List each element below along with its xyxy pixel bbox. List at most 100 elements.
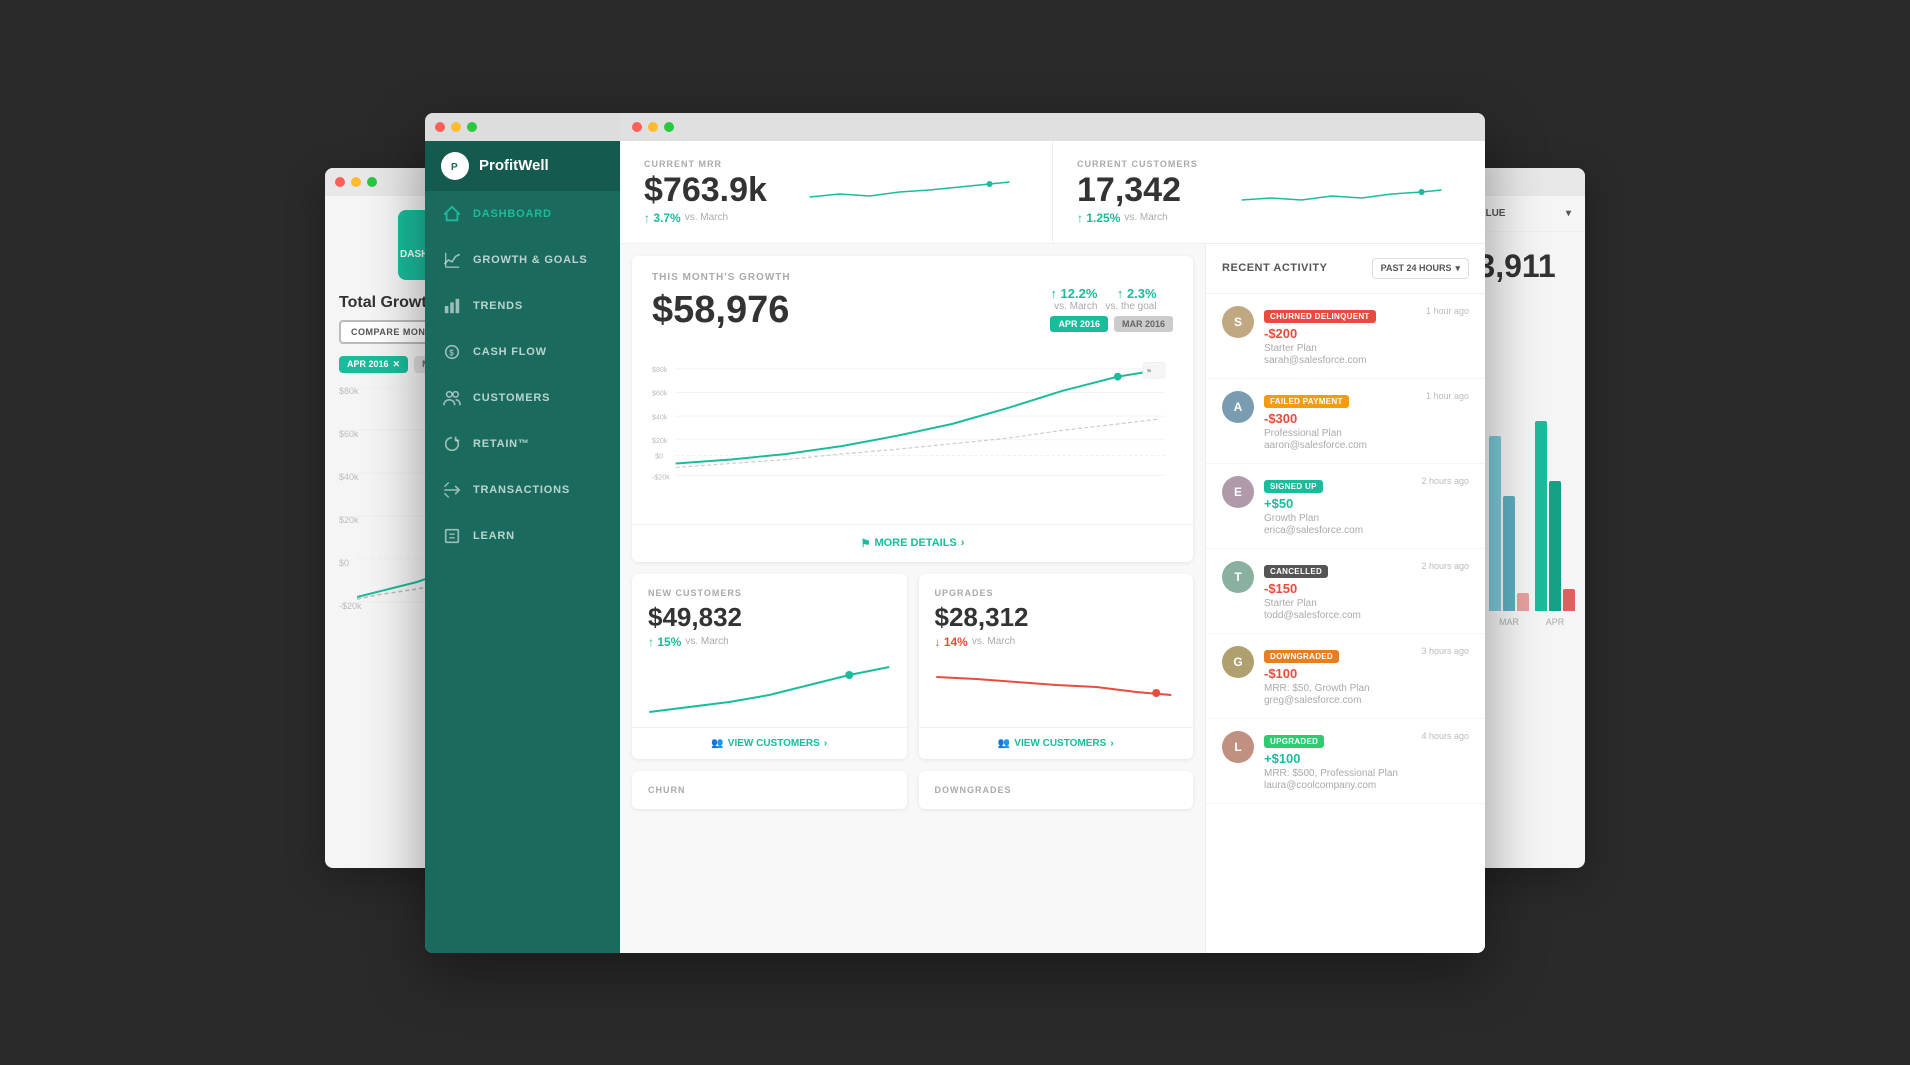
activity-amount: +$100 [1264,751,1411,766]
activity-badge: CHURNED DELINQUENT [1264,310,1376,323]
chevron-right-up: › [1110,738,1113,749]
chevron-down-activity: ▾ [1455,263,1460,274]
customers-card: CURRENT CUSTOMERS 17,342 ↑ 1.25% vs. Mar… [1052,141,1485,243]
growth-vs: vs. March [1054,301,1097,312]
activity-item: S CHURNED DELINQUENT -$200 Starter Plan … [1206,294,1485,379]
time-filter-dropdown[interactable]: PAST 24 HOURS ▾ [1372,258,1469,279]
activity-body: UPGRADED +$100 MRR: $500, Professional P… [1264,731,1411,791]
activity-list: S CHURNED DELINQUENT -$200 Starter Plan … [1206,294,1485,953]
mrr-card: CURRENT MRR $763.9k ↑ 3.7% vs. March [620,141,1052,243]
apr-tag[interactable]: APR 2016 ✕ [339,356,408,373]
new-customers-value: $49,832 [648,602,891,633]
sidebar-item-retain[interactable]: RETAIN™ [425,421,620,467]
growth-month-tags: APR 2016 MAR 2016 [1050,316,1173,332]
activity-body: CANCELLED -$150 Starter Plan todd@salesf… [1264,561,1411,621]
avatar: S [1222,306,1254,338]
growth-change-group: ↑ 12.2% vs. March [1050,286,1097,312]
growth-section-title: THIS MONTH'S GROWTH [652,272,791,283]
activity-badge: CANCELLED [1264,565,1328,578]
activity-email: todd@salesforce.com [1264,610,1411,621]
activity-body: FAILED PAYMENT -$300 Professional Plan a… [1264,391,1416,451]
sidebar-title-bar [425,113,620,141]
upgrades-view[interactable]: 👥 VIEW CUSTOMERS › [919,727,1194,759]
svg-text:$0: $0 [655,452,663,460]
profitwell-logo: P [441,152,469,180]
activity-badge: DOWNGRADED [1264,650,1339,663]
sidebar-item-transactions[interactable]: TRANSACTIONS [425,467,620,513]
bar-label-apr: APR [1546,617,1565,627]
growth-section: THIS MONTH'S GROWTH $58,976 ↑ 12.2% vs. … [620,244,1205,953]
sidebar-item-dashboard[interactable]: DASHBOARD [425,191,620,237]
sidebar-app-title: ProfitWell [479,157,549,174]
bar-group-mar: MAR [1489,436,1529,627]
upgrades-vs: vs. March [972,636,1015,647]
new-customers-view[interactable]: 👥 VIEW CUSTOMERS › [632,727,907,759]
close-dot-main [435,122,445,132]
activity-header: RECENT ACTIVITY PAST 24 HOURS ▾ [1206,244,1485,294]
avatar: E [1222,476,1254,508]
activity-plan: MRR: $50, Growth Plan [1264,683,1411,694]
svg-text:$20k: $20k [652,436,668,444]
growth-goal-pct: ↑ 2.3% [1117,286,1157,301]
growth-goal-group: ↑ 2.3% vs. the goal [1105,286,1156,312]
customers-icon [443,389,461,407]
growth-badges: ↑ 12.2% vs. March ↑ 2.3% vs. the goal [1050,286,1173,312]
activity-email: erica@salesforce.com [1264,525,1411,536]
activity-item: T CANCELLED -$150 Starter Plan todd@sale… [1206,549,1485,634]
upgrades-value: $28,312 [935,602,1178,633]
sidebar-item-growth-goals[interactable]: GROWTH & GOALS [425,237,620,283]
learn-icon [443,527,461,545]
customers-change-value: ↑ 1.25% [1077,211,1120,225]
sidebar-item-cashflow[interactable]: $ CASH FLOW [425,329,620,375]
main-window: P ProfitWell DASHBOARD GROWTH & GOALS [425,113,1485,953]
minimize-dot [351,177,361,187]
churn-label: CHURN [648,785,891,795]
main-content: CURRENT MRR $763.9k ↑ 3.7% vs. March [620,113,1485,953]
activity-email: sarah@salesforce.com [1264,355,1416,366]
upgrades-view-icon: 👥 [998,738,1010,749]
upgrades-header: UPGRADES $28,312 ↓ 14% vs. March [919,574,1194,657]
close-dot [335,177,345,187]
upgrades-pct: ↓ 14% [935,635,968,649]
activity-amount: +$50 [1264,496,1411,511]
downgrades-card: DOWNGRADES [919,771,1194,809]
sidebar-header: P ProfitWell [425,141,620,191]
activity-amount: -$300 [1264,411,1416,426]
activity-time: 2 hours ago [1421,561,1469,571]
activity-badge: SIGNED UP [1264,480,1323,493]
new-customers-chart [632,657,907,727]
chevron-right-icon: › [961,537,965,549]
mrr-row: CURRENT MRR $763.9k ↑ 3.7% vs. March [620,141,1485,244]
activity-time: 1 hour ago [1426,391,1469,401]
activity-amount: -$100 [1264,666,1411,681]
growth-left: THIS MONTH'S GROWTH $58,976 [652,272,791,332]
growth-goals-icon [443,251,461,269]
new-customers-header: NEW CUSTOMERS $49,832 ↑ 15% vs. March [632,574,907,657]
sidebar-item-customers[interactable]: CUSTOMERS [425,375,620,421]
maximize-dot-main [467,122,477,132]
growth-more-details[interactable]: ⚑ MORE DETAILS › [632,524,1193,562]
activity-time: 2 hours ago [1421,476,1469,486]
growth-pct: ↑ 12.2% [1050,286,1097,301]
main-title-bar [620,113,1485,141]
bottom-cards-row: CHURN DOWNGRADES [632,771,1193,809]
growth-chart-svg: $80k $60k $40k $20k $0 -$20k [652,344,1173,504]
growth-right: ↑ 12.2% vs. March ↑ 2.3% vs. the goal [1050,286,1173,332]
activity-time: 4 hours ago [1421,731,1469,741]
upgrades-change: ↓ 14% vs. March [935,635,1178,649]
activity-email: laura@coolcompany.com [1264,780,1411,791]
retain-icon [443,435,461,453]
chevron-down-icon: ▾ [1566,208,1571,219]
close-dot-content [632,122,642,132]
bar-label-mar: MAR [1499,617,1519,627]
churn-card: CHURN [632,771,907,809]
activity-time: 1 hour ago [1426,306,1469,316]
sidebar-item-learn[interactable]: LEARN [425,513,620,559]
apr-month-tag: APR 2016 [1050,316,1108,332]
sidebar-item-trends[interactable]: TRENDS [425,283,620,329]
trends-icon [443,297,461,315]
mrr-sparkline [791,172,1028,212]
avatar: A [1222,391,1254,423]
activity-plan: Starter Plan [1264,598,1411,609]
new-customers-vs: vs. March [685,636,728,647]
